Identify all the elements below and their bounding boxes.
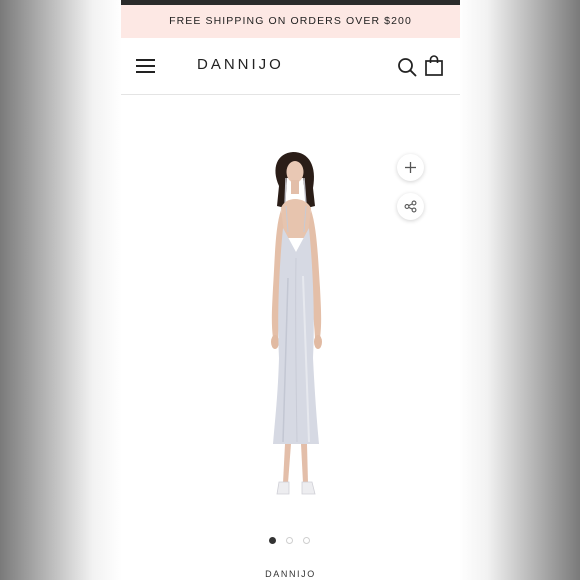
zoom-button[interactable] xyxy=(397,154,424,181)
product-vendor[interactable]: DANNIJO xyxy=(121,569,460,579)
share-icon xyxy=(404,200,417,213)
gallery-dot-3[interactable] xyxy=(303,537,310,544)
shopping-bag-icon[interactable] xyxy=(424,55,444,77)
gallery-pagination xyxy=(269,537,319,545)
phone-screen: FREE SHIPPING ON ORDERS OVER $200 DANNIJ… xyxy=(121,0,460,580)
gallery-dot-1[interactable] xyxy=(269,537,276,544)
gallery-dot-2[interactable] xyxy=(286,537,293,544)
brand-logo[interactable]: DANNIJO xyxy=(197,56,284,73)
promo-banner: FREE SHIPPING ON ORDERS OVER $200 xyxy=(121,5,460,38)
search-icon[interactable] xyxy=(397,57,417,77)
site-header: DANNIJO xyxy=(121,38,460,95)
plus-icon xyxy=(405,162,416,173)
hamburger-menu-icon[interactable] xyxy=(136,58,156,73)
share-button[interactable] xyxy=(397,193,424,220)
product-image[interactable] xyxy=(241,148,351,508)
